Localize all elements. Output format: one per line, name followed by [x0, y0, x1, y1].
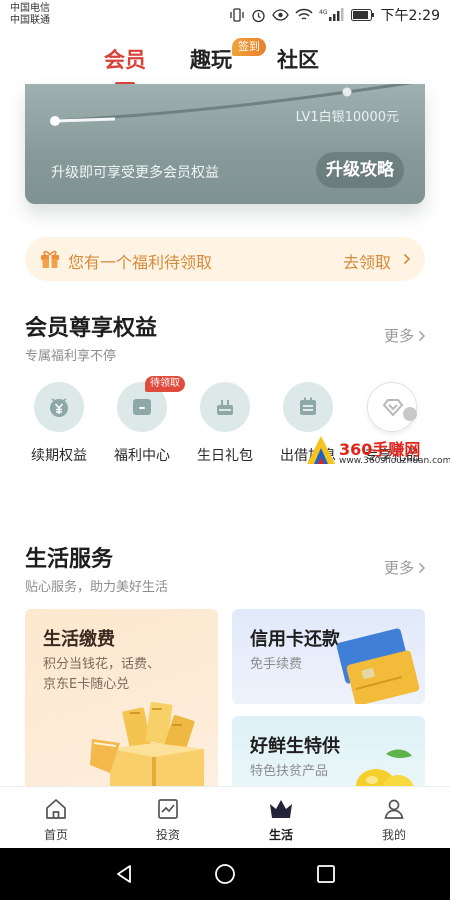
chevron-right-icon: [418, 562, 426, 573]
yuan-icon: [50, 398, 68, 417]
carrier-info: 中国电信 中国联通: [10, 3, 50, 27]
status-time: 下午2:29: [380, 8, 440, 24]
back-icon[interactable]: [113, 863, 135, 885]
vibrate-icon: [229, 8, 244, 22]
svg-text:4G: 4G: [319, 9, 328, 16]
benefits-title: 会员尊享权益: [25, 316, 158, 341]
nav-label: 投资: [155, 828, 180, 842]
chevron-right-icon: [418, 330, 426, 341]
welfare-banner[interactable]: 您有一个福利待领取 去领取: [25, 237, 425, 281]
more-label: 更多: [383, 559, 414, 577]
card-title: 好鲜生特供: [250, 736, 340, 757]
recents-icon[interactable]: [315, 863, 337, 885]
signal-icon: 4G: [319, 8, 344, 21]
carrier-1: 中国电信: [10, 3, 50, 14]
utility-payment-card[interactable]: 生活缴费 积分当钱花，话费、 京东E卡随心兑: [25, 609, 218, 799]
battery-icon: [350, 9, 374, 21]
more-label: 更多: [383, 327, 414, 345]
pending-badge: 待领取: [145, 376, 185, 392]
benefits-more-link[interactable]: 更多: [384, 325, 426, 346]
cake-icon: [217, 400, 233, 415]
chart-icon: [158, 799, 178, 819]
tab-fun[interactable]: 趣玩: [190, 44, 232, 74]
eye-icon: [271, 9, 289, 21]
life-services-title: 生活服务: [25, 547, 114, 572]
gift-icon: [41, 250, 59, 268]
benefit-label: 续期权益: [31, 448, 87, 464]
card-title: 生活缴费: [43, 629, 115, 650]
bottom-navigation: 首页 投资 生活 我的: [0, 786, 450, 848]
nav-label: 首页: [43, 828, 68, 842]
tab-member[interactable]: 会员: [104, 44, 146, 74]
benefits-subtitle: 专属福利享不停: [25, 349, 117, 364]
home-icon: [46, 799, 66, 819]
life-more-link[interactable]: 更多: [384, 557, 426, 578]
heart-icon: [382, 399, 404, 417]
card-desc: 特色扶贫产品: [250, 764, 329, 779]
tab-community[interactable]: 社区: [277, 44, 319, 74]
upgrade-hint: 升级即可享受更多会员权益: [51, 165, 219, 181]
nav-invest[interactable]: 投资: [128, 797, 208, 843]
claim-link[interactable]: 去领取: [343, 249, 391, 273]
card-title: 信用卡还款: [250, 629, 340, 650]
watermark-url: www.360shouzhuan.com: [339, 456, 450, 466]
crown-icon: [270, 800, 292, 818]
nav-mine[interactable]: 我的: [354, 797, 434, 843]
alarm-icon: [251, 9, 265, 22]
benefit-label: 生日礼包: [197, 448, 253, 464]
credit-card-repay-card[interactable]: 信用卡还款 免手续费: [232, 609, 425, 704]
wallet-icon: [133, 399, 151, 415]
life-services-subtitle: 贴心服务，助力美好生活: [25, 580, 169, 595]
system-navigation-bar: [0, 848, 450, 900]
benefit-renewal[interactable]: 续期权益: [16, 382, 102, 465]
benefit-birthday[interactable]: 生日礼包: [182, 382, 268, 465]
top-tabs: 会员 趣玩 社区: [0, 30, 450, 84]
watermark: 360手赚网 www.360shouzhuan.com: [305, 432, 450, 468]
level-text: LV1白银10000元: [295, 110, 399, 125]
user-icon: [384, 799, 404, 819]
gift-box-illustration: [90, 701, 204, 799]
nav-home[interactable]: 首页: [16, 797, 96, 843]
lock-icon: [403, 407, 417, 421]
nav-label: 我的: [381, 828, 406, 842]
nav-life[interactable]: 生活: [241, 797, 321, 843]
chevron-right-icon: [403, 253, 411, 265]
wifi-icon: [295, 8, 313, 20]
card-desc-line1: 积分当钱花，话费、: [43, 657, 161, 672]
welfare-text: 您有一个福利待领取: [68, 253, 213, 272]
benefit-label: 福利中心: [114, 448, 170, 464]
carrier-2: 中国联通: [10, 15, 50, 26]
credit-card-illustration: [336, 628, 420, 704]
home-circle-icon[interactable]: [214, 863, 236, 885]
calendar-icon: [300, 397, 316, 415]
benefit-welfare-center[interactable]: 福利中心: [99, 382, 185, 465]
watermark-logo: [307, 436, 335, 464]
status-bar: 中国电信 中国联通 4G 下午2:29: [0, 0, 450, 30]
nav-label: 生活: [268, 828, 293, 842]
upgrade-guide-button[interactable]: 升级攻略: [316, 152, 404, 188]
status-icons: 4G 下午2:29: [229, 6, 440, 24]
checkin-badge[interactable]: 签到: [232, 38, 266, 56]
card-desc: 免手续费: [250, 657, 303, 672]
member-level-card: LV1白银10000元 升级即可享受更多会员权益 升级攻略: [25, 84, 425, 204]
